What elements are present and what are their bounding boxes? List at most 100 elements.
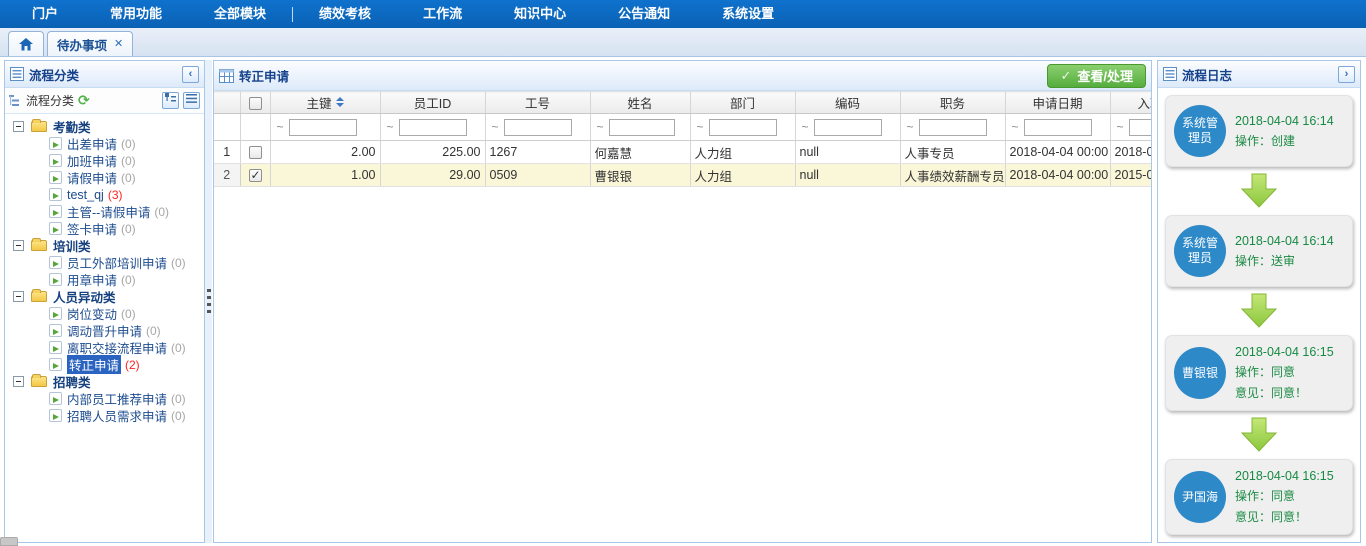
row-checkbox-cell <box>240 141 270 164</box>
grid-icon <box>219 69 234 83</box>
tree-leaf[interactable]: test_qj(3) <box>7 186 202 203</box>
corner-grip[interactable] <box>0 537 18 546</box>
nav-item[interactable]: 全部模块 <box>188 0 292 28</box>
tab-home[interactable] <box>8 31 44 56</box>
table-cell: 1.00 <box>270 164 380 187</box>
process-category-panel: 流程分类 ‹ 流程分类 ⟳ <box>4 60 205 543</box>
select-all-header[interactable] <box>240 92 270 114</box>
expand-right-button[interactable]: › <box>1338 66 1355 83</box>
view-process-button[interactable]: ✓ 查看/处理 <box>1047 64 1146 88</box>
close-icon[interactable]: ✕ <box>114 39 123 50</box>
row-checkbox[interactable] <box>249 169 262 182</box>
collapse-toggle-icon[interactable] <box>13 291 24 302</box>
tree-toolbar: 流程分类 ⟳ <box>5 88 204 114</box>
filter-input[interactable] <box>709 119 777 136</box>
nav-item[interactable]: 系统设置 <box>696 0 800 28</box>
collapse-toggle-icon[interactable] <box>13 240 24 251</box>
avatar-name: 尹国海 <box>1180 490 1220 505</box>
expand-all-button[interactable] <box>162 92 179 109</box>
nav-item[interactable]: 工作流 <box>397 0 488 28</box>
filter-operator[interactable]: ~ <box>907 120 914 134</box>
process-icon <box>49 307 62 320</box>
tree-leaf[interactable]: 转正申请(2) <box>7 356 202 373</box>
table-cell: 2018-04-04 00:00 <box>1005 164 1110 187</box>
filter-operator[interactable]: ~ <box>1117 120 1124 134</box>
column-header[interactable]: 入职日期 <box>1110 92 1151 114</box>
filter-operator[interactable]: ~ <box>277 120 284 134</box>
collapse-toggle-icon[interactable] <box>13 121 24 132</box>
filter-wrap: ~ <box>1111 119 1152 136</box>
filter-input[interactable] <box>504 119 572 136</box>
folder-icon <box>31 291 47 302</box>
nav-item[interactable]: 知识中心 <box>488 0 592 28</box>
filter-operator[interactable]: ~ <box>802 120 809 134</box>
tree-folder[interactable]: 培训类 <box>7 237 202 254</box>
column-header[interactable]: 工号 <box>485 92 590 114</box>
filter-input[interactable] <box>919 119 987 136</box>
tree-leaf[interactable]: 主管--请假申请(0) <box>7 203 202 220</box>
tree-folder[interactable]: 考勤类 <box>7 118 202 135</box>
table-row[interactable]: 12.00225.001267何嘉慧人力组null人事专员2018-04-04 … <box>214 141 1151 164</box>
column-header[interactable]: 职务 <box>900 92 1005 114</box>
tree-leaf[interactable]: 签卡申请(0) <box>7 220 202 237</box>
column-header[interactable]: 申请日期 <box>1005 92 1110 114</box>
nav-item[interactable]: 门户 <box>6 0 84 28</box>
filter-operator[interactable]: ~ <box>492 120 499 134</box>
avatar-name: 系统管理员 <box>1180 236 1220 266</box>
filter-operator[interactable]: ~ <box>697 120 704 134</box>
tree-leaf[interactable]: 员工外部培训申请(0) <box>7 254 202 271</box>
nav-item[interactable]: 常用功能 <box>84 0 188 28</box>
filter-input[interactable] <box>814 119 882 136</box>
tree-folder[interactable]: 人员异动类 <box>7 288 202 305</box>
tree-leaf[interactable]: 用章申请(0) <box>7 271 202 288</box>
collapse-left-button[interactable]: ‹ <box>182 66 199 83</box>
log-entry-text: 2018-04-04 16:15操作：同意意见：同意！ <box>1235 469 1334 525</box>
filter-wrap: ~ <box>901 119 1005 136</box>
tree-leaf[interactable]: 离职交接流程申请(0) <box>7 339 202 356</box>
column-header[interactable]: 部门 <box>690 92 795 114</box>
table-header-row: 主键员工ID工号姓名部门编码职务申请日期入职日期 <box>214 92 1151 114</box>
tree-leaf[interactable]: 出差申请(0) <box>7 135 202 152</box>
column-header[interactable]: 姓名 <box>590 92 690 114</box>
collapse-all-button[interactable] <box>183 92 200 109</box>
tree-leaf[interactable]: 内部员工推荐申请(0) <box>7 390 202 407</box>
panel-splitter[interactable] <box>205 60 212 543</box>
process-icon <box>49 171 62 184</box>
tree-leaf[interactable]: 岗位变动(0) <box>7 305 202 322</box>
nav-item[interactable]: 绩效考核 <box>293 0 397 28</box>
process-icon <box>49 154 62 167</box>
filter-input[interactable] <box>609 119 675 136</box>
table-cell: 何嘉慧 <box>590 141 690 164</box>
nav-item[interactable]: 公告通知 <box>592 0 696 28</box>
log-arrow <box>1165 287 1353 335</box>
filter-empty <box>214 114 240 141</box>
column-header[interactable]: 主键 <box>270 92 380 114</box>
filter-operator[interactable]: ~ <box>597 120 604 134</box>
filter-input[interactable] <box>1024 119 1092 136</box>
filter-operator[interactable]: ~ <box>387 120 394 134</box>
column-header[interactable]: 员工ID <box>380 92 485 114</box>
expand-tree-icon <box>165 93 176 104</box>
tree-leaf-label: test_qj <box>67 188 104 202</box>
filter-input[interactable] <box>399 119 467 136</box>
filter-input[interactable] <box>1129 119 1151 136</box>
tree-leaf[interactable]: 招聘人员需求申请(0) <box>7 407 202 424</box>
tree-leaf[interactable]: 调动晋升申请(0) <box>7 322 202 339</box>
filter-empty <box>240 114 270 141</box>
collapse-toggle-icon[interactable] <box>13 376 24 387</box>
filter-input[interactable] <box>289 119 357 136</box>
table-row[interactable]: 21.0029.000509曹银银人力组null人事绩效薪酬专员2018-04-… <box>214 164 1151 187</box>
tab-todo[interactable]: 待办事项 ✕ <box>47 31 133 56</box>
column-header[interactable]: 编码 <box>795 92 900 114</box>
tree-leaf[interactable]: 请假申请(0) <box>7 169 202 186</box>
table-viewport: 主键员工ID工号姓名部门编码职务申请日期入职日期 ~ ~ ~ ~ ~ ~ ~ ~ ~12.0022… <box>214 91 1151 542</box>
tree-leaf-count: (2) <box>125 358 140 372</box>
tree-leaf-label: 请假申请 <box>67 168 117 187</box>
tree-folder[interactable]: 招聘类 <box>7 373 202 390</box>
refresh-icon[interactable]: ⟳ <box>78 92 158 109</box>
filter-operator[interactable]: ~ <box>1012 120 1019 134</box>
sort-icon[interactable] <box>336 97 344 107</box>
row-checkbox[interactable] <box>249 146 262 159</box>
tree-leaf[interactable]: 加班申请(0) <box>7 152 202 169</box>
select-all-checkbox[interactable] <box>249 97 262 110</box>
